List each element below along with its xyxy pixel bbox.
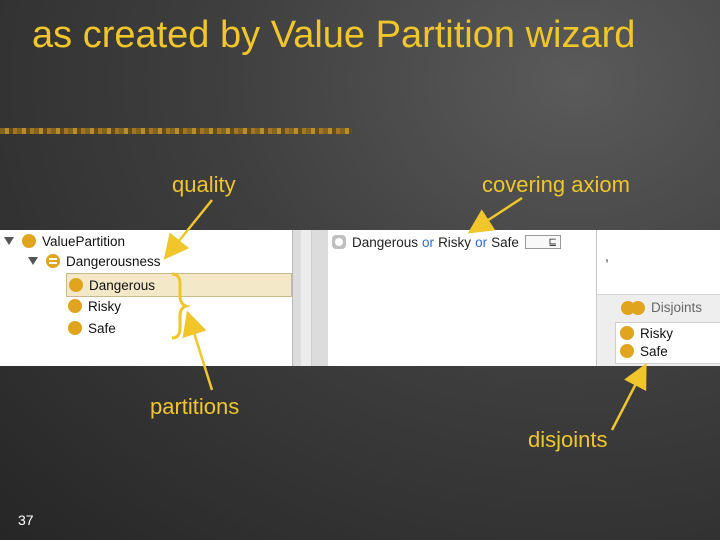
disjoints-header: Disjoints [621, 300, 702, 315]
label-covering-axiom: covering axiom [482, 172, 630, 197]
tree-label-root: ValuePartition [42, 233, 126, 249]
tree-label-safe: Safe [88, 320, 116, 336]
axiom-term-2: Risky [438, 234, 472, 250]
class-icon [69, 278, 83, 292]
split-pane-divider[interactable] [292, 230, 330, 366]
arrow-disjoints [610, 363, 647, 431]
tree-row-risky[interactable]: Risky [68, 295, 121, 317]
disjoint-classes-icon [621, 300, 645, 315]
protege-screenshot: ValuePartition Dangerousness Dangerous R… [0, 230, 720, 366]
class-icon [620, 326, 634, 340]
disjoint-label-safe: Safe [640, 343, 668, 359]
class-tree: ValuePartition Dangerousness Dangerous R… [0, 230, 292, 366]
expand-triangle-icon[interactable] [4, 237, 14, 245]
tree-label-dangerous: Dangerous [89, 277, 156, 293]
tree-row-safe[interactable]: Safe [68, 317, 116, 339]
divider-grip[interactable] [301, 230, 312, 366]
tree-row-root[interactable]: ValuePartition [4, 230, 125, 252]
class-icon [620, 344, 634, 358]
axiom-panel: Dangerous or Risky or Safe ⊑ [328, 230, 596, 366]
title-underline [0, 128, 352, 134]
disjoint-label-risky: Risky [640, 325, 673, 341]
subclass-relation-selector[interactable]: ⊑ [524, 235, 561, 249]
label-quality: quality [172, 172, 236, 197]
disjoints-list: Risky Safe [615, 322, 720, 364]
expand-triangle-icon[interactable] [28, 257, 38, 265]
class-icon [68, 321, 82, 335]
separator-mark: , [605, 248, 609, 264]
tree-label-risky: Risky [88, 298, 121, 314]
slide-title: as created by Value Partition wizard [32, 14, 636, 56]
disjoints-panel: , Disjoints Risky Safe [596, 230, 720, 366]
disjoint-item-safe[interactable]: Safe [620, 342, 668, 360]
label-disjoints: disjoints [528, 427, 608, 452]
class-icon [22, 234, 36, 248]
class-icon [68, 299, 82, 313]
axiom-term-3: Safe [491, 234, 519, 250]
disjoint-item-risky[interactable]: Risky [620, 324, 673, 342]
tree-label-quality: Dangerousness [66, 253, 161, 269]
axiom-operator-2: or [475, 234, 488, 250]
tree-row-quality[interactable]: Dangerousness [28, 250, 161, 272]
arrow-covering-axiom [467, 196, 523, 234]
axiom-term-1: Dangerous [352, 234, 419, 250]
disjoints-header-label: Disjoints [651, 300, 703, 315]
defined-class-icon [46, 254, 60, 268]
anonymous-class-icon [332, 235, 346, 249]
tree-row-dangerous[interactable]: Dangerous [66, 273, 292, 297]
covering-axiom-row[interactable]: Dangerous or Risky or Safe ⊑ [332, 232, 561, 252]
page-number: 37 [18, 512, 34, 528]
disjoints-panel-top: , [597, 230, 720, 295]
axiom-operator-1: or [422, 234, 435, 250]
label-partitions: partitions [150, 394, 240, 419]
